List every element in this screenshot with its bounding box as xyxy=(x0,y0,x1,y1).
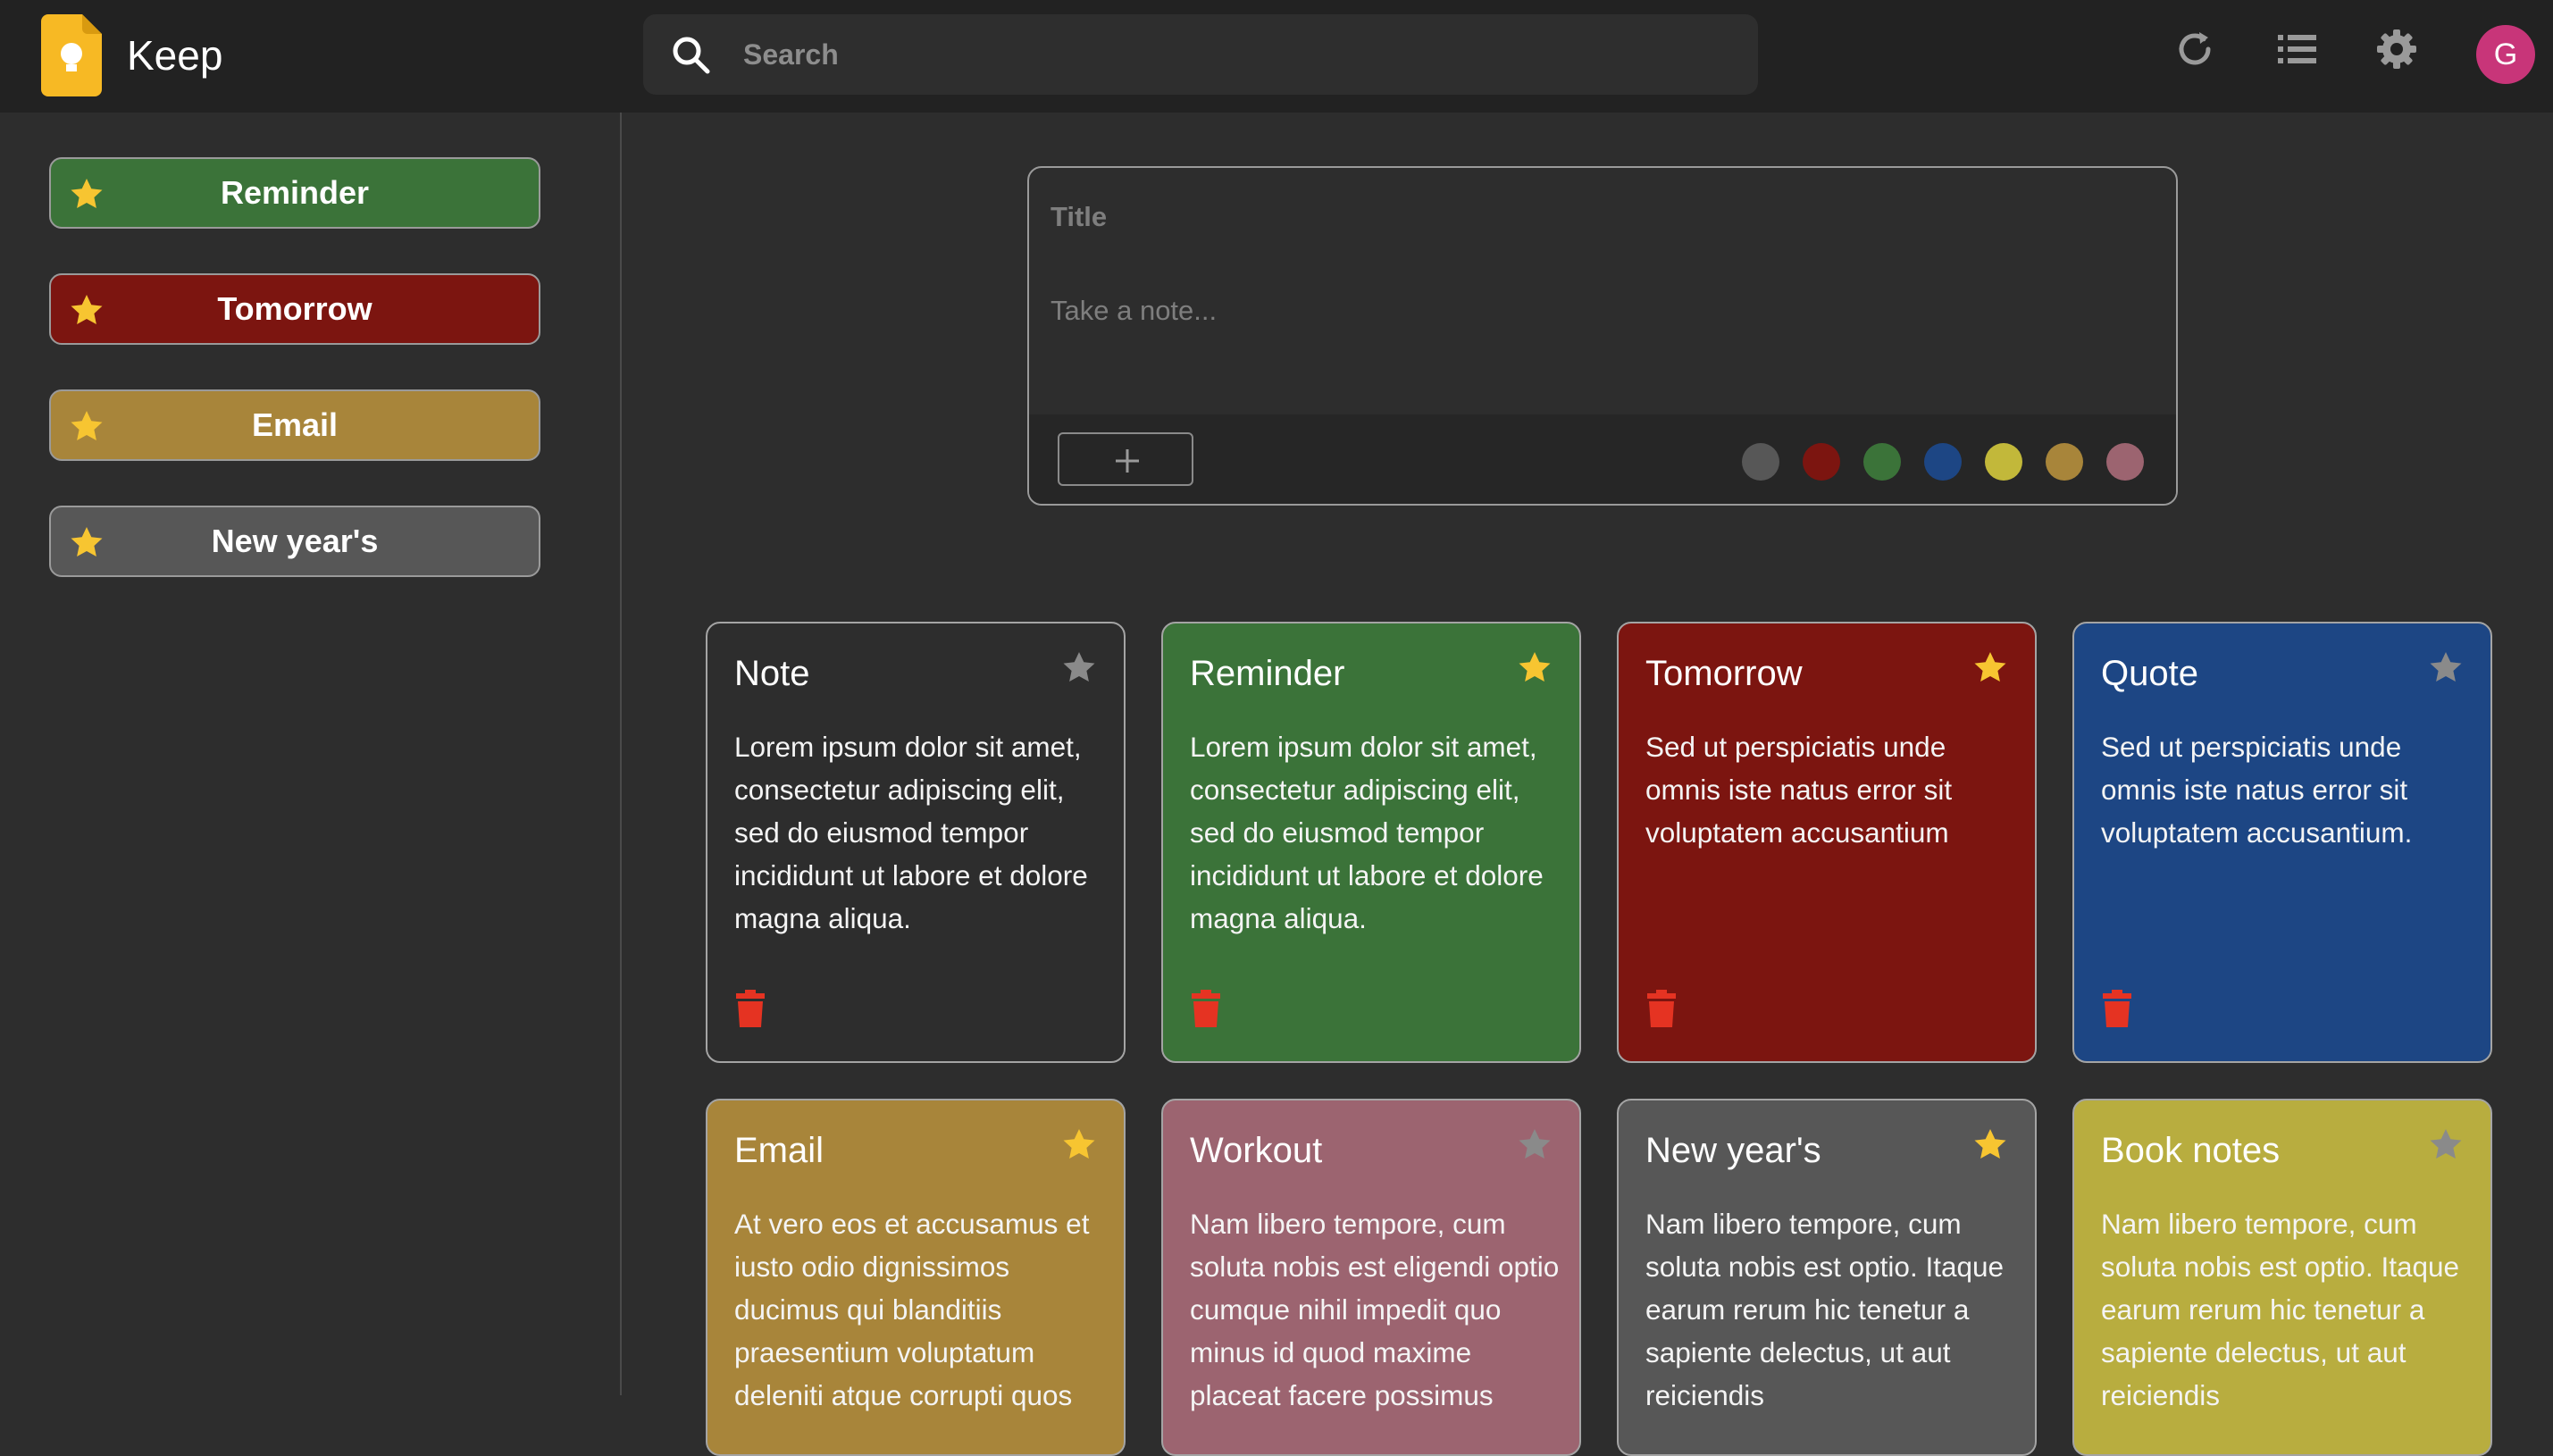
pinned-item[interactable]: Tomorrow xyxy=(49,273,540,345)
pinned-item-label: New year's xyxy=(211,523,379,559)
note-title: Book notes xyxy=(2101,1131,2281,1170)
note-title: Reminder xyxy=(1190,654,1345,693)
pinned-item[interactable]: New year's xyxy=(49,506,540,577)
note-title: Tomorrow xyxy=(1645,654,1803,693)
note-body: Lorem ipsum dolor sit amet, consectetur … xyxy=(1190,731,1544,934)
color-swatch[interactable] xyxy=(2046,443,2083,481)
trash-shape xyxy=(1192,990,1220,1027)
star-icon[interactable] xyxy=(1517,1127,1553,1163)
note-body: Sed ut perspiciatis unde omnis iste natu… xyxy=(1645,731,1953,849)
plus-icon xyxy=(1116,449,1139,473)
color-swatch[interactable] xyxy=(1924,443,1962,481)
pinned-item-label: Email xyxy=(251,406,339,443)
add-note-button[interactable] xyxy=(1058,432,1193,486)
trash-icon[interactable] xyxy=(1645,990,1678,1027)
trash-icon[interactable] xyxy=(2101,990,2133,1027)
star-icon[interactable] xyxy=(1061,650,1097,686)
trash-shape xyxy=(736,990,765,1027)
star-shape xyxy=(1063,652,1095,682)
note-body: Nam libero tempore, cum soluta nobis est… xyxy=(2101,1208,2460,1411)
star-shape xyxy=(2430,1129,2462,1159)
note-title: Note xyxy=(734,654,810,693)
color-swatch[interactable] xyxy=(2106,443,2144,481)
note-body: Nam libero tempore, cum soluta nobis est… xyxy=(1645,1208,2005,1411)
color-swatch[interactable] xyxy=(1803,443,1840,481)
note-card[interactable]: Tomorrow Sed ut perspiciatis unde omnis … xyxy=(1617,622,2037,1063)
trash-icon[interactable] xyxy=(734,990,766,1027)
refresh-icon[interactable] xyxy=(2172,27,2217,71)
app-title: Keep xyxy=(127,32,223,79)
trash-shape xyxy=(2103,990,2131,1027)
star-icon[interactable] xyxy=(2428,1127,2464,1163)
note-body: Sed ut perspiciatis unde omnis iste natu… xyxy=(2101,731,2413,849)
note-body: Nam libero tempore, cum soluta nobis est… xyxy=(1190,1208,1560,1411)
note-card[interactable]: New year's Nam libero tempore, cum solut… xyxy=(1617,1099,2037,1456)
star-icon[interactable] xyxy=(1061,1127,1097,1163)
app-header: Keep G xyxy=(0,0,2553,113)
note-body: Lorem ipsum dolor sit amet, consectetur … xyxy=(734,731,1088,934)
star-icon[interactable] xyxy=(1972,650,2008,686)
star-icon[interactable] xyxy=(1972,1127,2008,1163)
star-shape xyxy=(1063,1129,1095,1159)
note-title: Email xyxy=(734,1131,824,1170)
note-card[interactable]: Email At vero eos et accusamus et iusto … xyxy=(706,1099,1126,1456)
trash-icon[interactable] xyxy=(1190,990,1222,1027)
trash-shape xyxy=(1647,990,1676,1027)
star-shape xyxy=(2430,652,2462,682)
list-view-icon[interactable] xyxy=(2274,27,2319,71)
note-card[interactable]: Reminder Lorem ipsum dolor sit amet, con… xyxy=(1161,622,1581,1063)
color-swatch[interactable] xyxy=(1985,443,2022,481)
search-input[interactable] xyxy=(743,14,1726,95)
star-icon[interactable] xyxy=(1517,650,1553,686)
search-bar[interactable] xyxy=(643,14,1758,95)
keep-logo-icon[interactable] xyxy=(41,14,102,96)
note-body: At vero eos et accusamus et iusto odio d… xyxy=(734,1208,1090,1411)
star-shape xyxy=(1974,652,2006,682)
pinned-item-label: Tomorrow xyxy=(217,290,372,327)
sidebar: Reminder Tomorrow Email New year's xyxy=(0,113,622,1395)
note-composer xyxy=(1027,166,2178,506)
composer-title-input[interactable] xyxy=(1050,195,2122,239)
star-shape xyxy=(1519,1129,1551,1159)
search-icon[interactable] xyxy=(670,34,711,75)
composer-body-input[interactable] xyxy=(1050,295,2122,402)
note-card[interactable]: Workout Nam libero tempore, cum soluta n… xyxy=(1161,1099,1581,1456)
note-title: Workout xyxy=(1190,1131,1323,1170)
note-title: Quote xyxy=(2101,654,2198,693)
pinned-item[interactable]: Reminder xyxy=(49,157,540,229)
gear-icon[interactable] xyxy=(2374,27,2419,71)
star-icon[interactable] xyxy=(2428,650,2464,686)
avatar[interactable]: G xyxy=(2476,25,2535,84)
note-card[interactable]: Book notes Nam libero tempore, cum solut… xyxy=(2072,1099,2492,1456)
pinned-item[interactable]: Email xyxy=(49,389,540,461)
pinned-item-label: Reminder xyxy=(220,174,370,211)
color-swatch[interactable] xyxy=(1863,443,1901,481)
color-swatch[interactable] xyxy=(1742,443,1779,481)
note-title: New year's xyxy=(1645,1131,1821,1170)
star-shape xyxy=(1519,652,1551,682)
note-card[interactable]: Note Lorem ipsum dolor sit amet, consect… xyxy=(706,622,1126,1063)
note-card[interactable]: Quote Sed ut perspiciatis unde omnis ist… xyxy=(2072,622,2492,1063)
star-shape xyxy=(1974,1129,2006,1159)
composer-footer xyxy=(1029,414,2176,504)
